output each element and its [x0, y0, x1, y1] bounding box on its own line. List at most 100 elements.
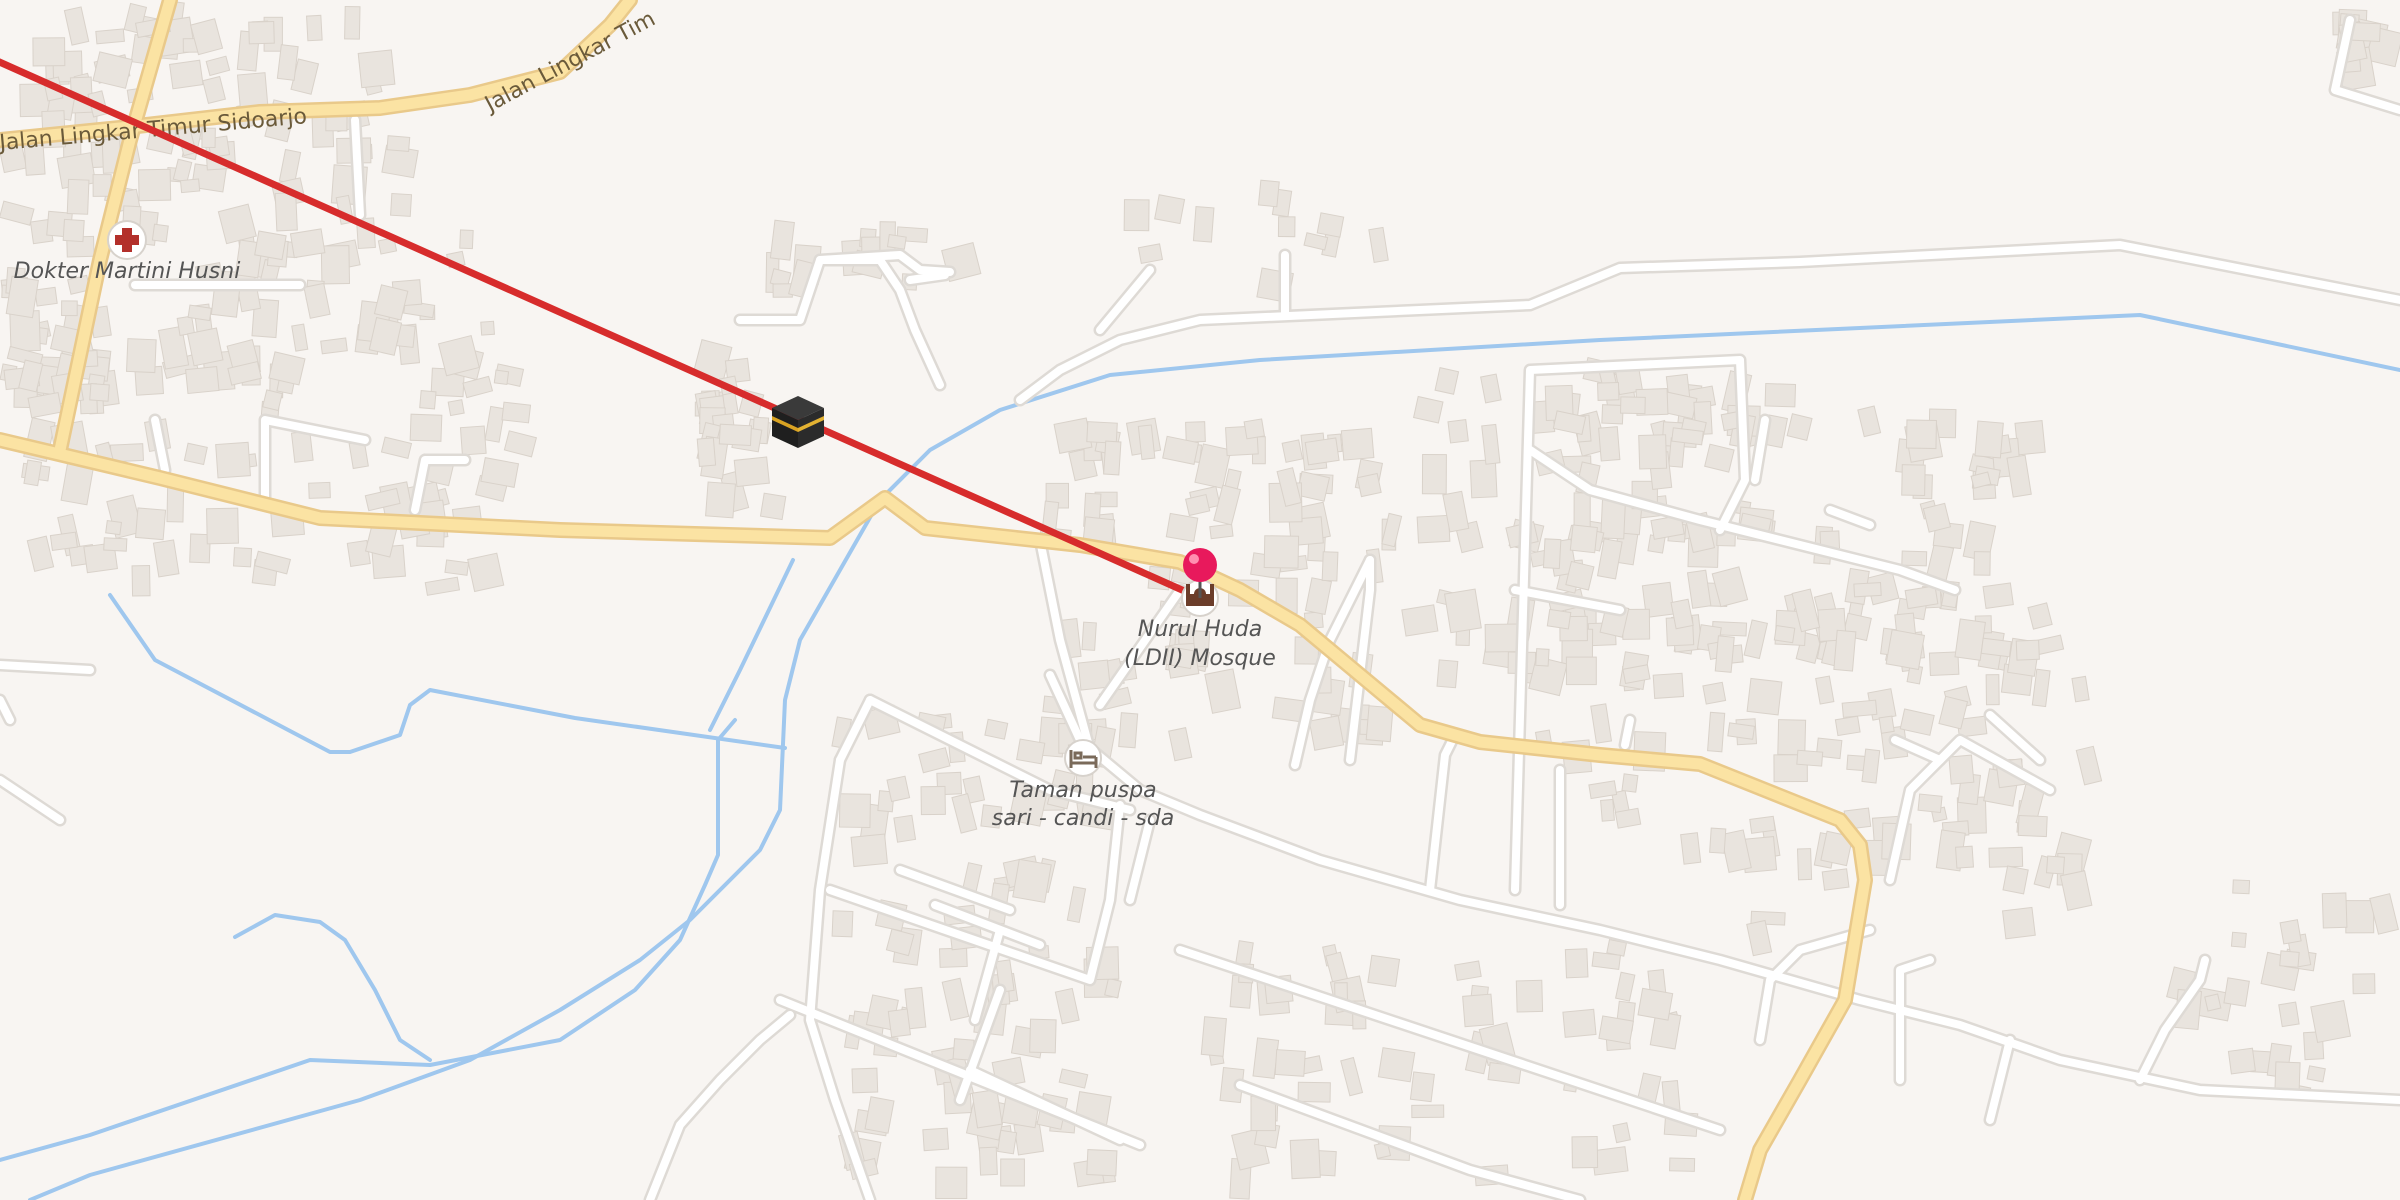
- building: [1271, 696, 1305, 723]
- building: [1821, 868, 1850, 891]
- building: [2310, 999, 2352, 1043]
- building: [1443, 588, 1482, 634]
- building: [1447, 419, 1469, 444]
- building: [2015, 639, 2040, 661]
- building: [390, 193, 413, 217]
- building: [1304, 437, 1340, 466]
- building: [61, 300, 78, 317]
- building: [1598, 426, 1621, 462]
- building: [984, 718, 1009, 740]
- hotel-label-line2: sari - candi - sda: [992, 806, 1174, 831]
- building: [32, 37, 66, 67]
- building: [95, 28, 125, 45]
- building: [1885, 629, 1926, 671]
- building: [109, 443, 144, 463]
- building: [308, 481, 331, 499]
- building: [320, 245, 351, 285]
- building: [306, 14, 323, 42]
- building: [2071, 675, 2090, 703]
- building: [1436, 659, 1459, 689]
- building: [2279, 950, 2300, 968]
- building: [1948, 754, 1975, 785]
- building: [186, 327, 224, 367]
- building: [718, 423, 753, 447]
- building: [978, 1146, 998, 1176]
- building: [1454, 960, 1482, 981]
- building: [2350, 21, 2381, 43]
- building: [1974, 420, 2004, 459]
- building: [2279, 919, 2302, 945]
- building: [344, 5, 361, 40]
- building: [131, 565, 151, 597]
- building: [1612, 1122, 1631, 1144]
- building: [1591, 951, 1622, 970]
- building: [1680, 832, 1702, 865]
- building: [696, 437, 717, 467]
- building: [501, 401, 532, 424]
- building: [2230, 931, 2247, 948]
- building: [320, 337, 348, 355]
- building: [938, 947, 968, 968]
- building: [187, 304, 212, 322]
- building: [1569, 524, 1598, 554]
- doctor-label: Dokter Martini Husni: [14, 259, 241, 284]
- building: [1601, 404, 1624, 425]
- building: [1905, 419, 1937, 450]
- building: [1973, 551, 1991, 576]
- building: [137, 168, 172, 202]
- building: [935, 1166, 968, 1200]
- building: [838, 793, 871, 829]
- building: [1123, 199, 1150, 232]
- building: [850, 833, 889, 868]
- building: [1401, 604, 1439, 637]
- building: [1281, 439, 1304, 463]
- building: [1669, 1157, 1696, 1172]
- building: [262, 389, 283, 412]
- building: [2227, 1047, 2256, 1075]
- building: [1546, 608, 1572, 630]
- map-canvas[interactable]: Jalan Lingkar Timur Sidoarjo Jalan Lingk…: [0, 0, 2400, 1200]
- building: [1165, 512, 1199, 542]
- building: [1103, 440, 1122, 476]
- building: [1637, 987, 1674, 1021]
- building: [1600, 499, 1626, 540]
- building: [103, 537, 128, 552]
- building: [2321, 892, 2348, 929]
- building: [1416, 514, 1451, 544]
- building: [1469, 459, 1498, 499]
- building: [1954, 618, 1986, 661]
- building: [893, 814, 917, 843]
- building: [759, 492, 787, 521]
- building: [971, 1088, 1003, 1129]
- building: [1289, 1138, 1321, 1180]
- building: [886, 775, 911, 803]
- building: [769, 219, 795, 261]
- building: [1901, 464, 1926, 497]
- building: [1600, 798, 1615, 822]
- building: [1081, 621, 1097, 651]
- building: [2232, 879, 2251, 895]
- building: [386, 135, 411, 152]
- building: [1316, 212, 1345, 238]
- building: [1709, 827, 1727, 854]
- building: [1638, 434, 1668, 470]
- building: [1833, 629, 1857, 672]
- building: [248, 20, 275, 45]
- building: [705, 481, 736, 519]
- building: [276, 44, 299, 81]
- building: [105, 519, 123, 536]
- building: [1982, 582, 2014, 609]
- building: [1297, 1081, 1331, 1103]
- building: [1598, 1015, 1634, 1045]
- building: [419, 390, 437, 410]
- building: [1209, 523, 1234, 540]
- building: [1277, 216, 1296, 238]
- building: [2045, 855, 2066, 875]
- building: [1200, 1016, 1227, 1057]
- building: [1861, 748, 1881, 784]
- building: [1571, 1136, 1599, 1169]
- building: [1834, 715, 1861, 737]
- building: [1917, 793, 1943, 814]
- building: [49, 531, 78, 551]
- building: [920, 785, 946, 816]
